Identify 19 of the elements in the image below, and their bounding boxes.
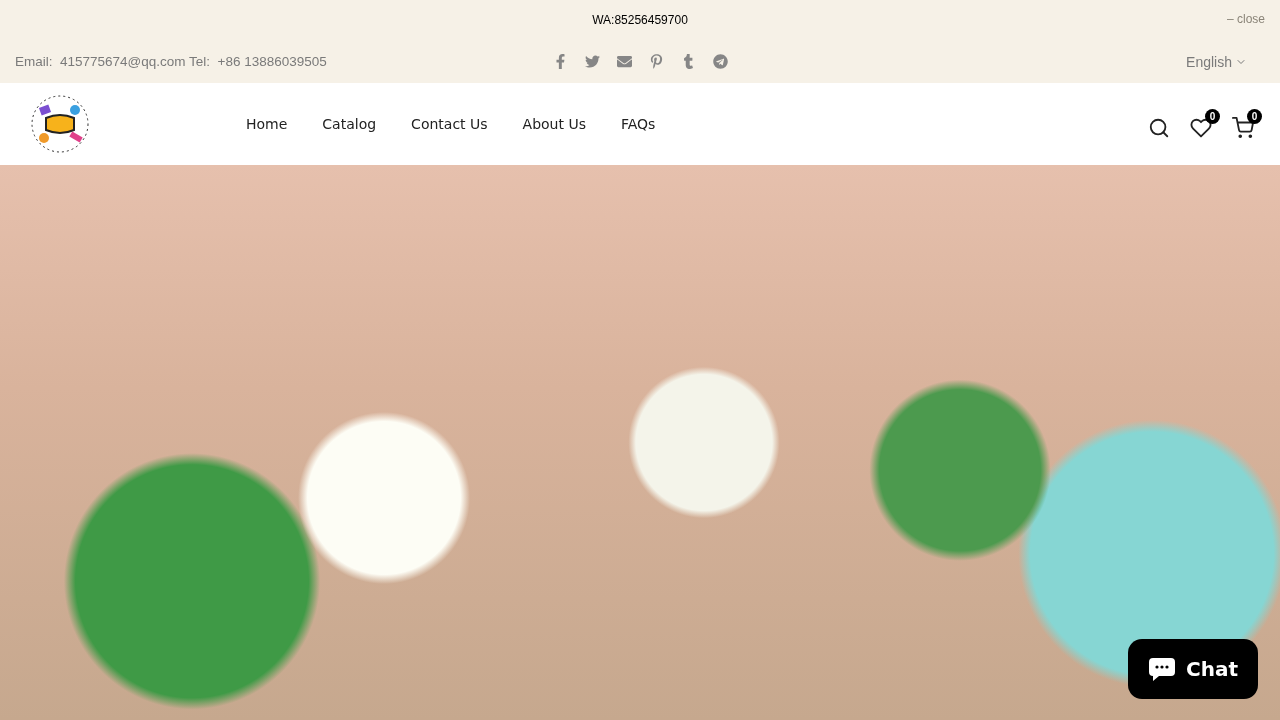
announcement-text: WA:85256459700 bbox=[592, 13, 688, 27]
cart-count: 0 bbox=[1247, 109, 1262, 124]
contact-text: Email: 415775674@qq.com Tel: +86 13886039505 bbox=[15, 54, 328, 69]
logo-drawing[interactable] bbox=[30, 94, 90, 154]
nav-link[interactable]: About Us bbox=[522, 116, 586, 132]
wishlist-count: 0 bbox=[1205, 109, 1220, 124]
pinterest-icon[interactable] bbox=[648, 54, 664, 69]
telegram-icon[interactable] bbox=[712, 54, 728, 69]
nav-link[interactable]: Contact Us bbox=[411, 116, 488, 132]
language-selector[interactable]: English bbox=[1186, 53, 1247, 70]
twitter-icon[interactable] bbox=[584, 54, 600, 69]
wishlist-button[interactable]: 0 bbox=[1190, 109, 1220, 139]
chat-button[interactable]: Chat bbox=[1128, 639, 1258, 699]
cart-button[interactable]: 0 bbox=[1232, 109, 1262, 139]
nav-link[interactable]: Home bbox=[246, 116, 288, 132]
nav-link[interactable]: Catalog bbox=[322, 116, 377, 132]
email-icon[interactable] bbox=[616, 54, 632, 69]
chat-bubble-icon bbox=[1148, 655, 1176, 683]
nav-link[interactable]: FAQs bbox=[620, 116, 656, 132]
